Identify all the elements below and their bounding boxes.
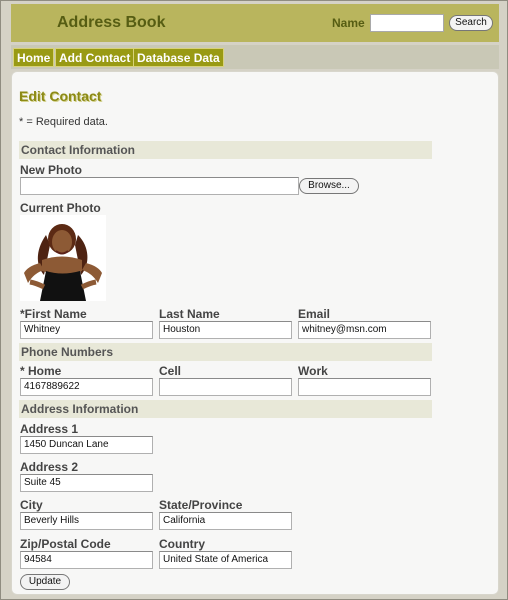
cell-phone-field[interactable]: [159, 378, 292, 396]
address1-field[interactable]: 1450 Duncan Lane: [20, 436, 153, 454]
nav-database-data[interactable]: Database Data: [133, 48, 224, 67]
address2-label: Address 2: [20, 460, 79, 474]
address-section-title: Address Information: [21, 402, 139, 416]
edit-contact-panel: Edit Contact * = Required data. Contact …: [11, 71, 499, 595]
first-name-field[interactable]: Whitney: [20, 321, 153, 339]
required-note: * = Required data.: [19, 116, 108, 128]
current-photo: [20, 215, 106, 301]
nav-home[interactable]: Home: [13, 48, 55, 67]
search-label: Name: [332, 16, 365, 30]
work-phone-label: Work: [298, 364, 328, 378]
main-nav: Home Add Contact Database Data: [11, 45, 499, 69]
address1-label: Address 1: [20, 422, 79, 436]
zip-label: Zip/Postal Code: [20, 537, 111, 551]
contact-photo-image: [20, 215, 106, 301]
work-phone-field[interactable]: [298, 378, 431, 396]
current-photo-label: Current Photo: [20, 201, 101, 215]
search-button[interactable]: Search: [449, 15, 493, 31]
email-field[interactable]: whitney@msn.com: [298, 321, 431, 339]
new-photo-label: New Photo: [20, 163, 82, 177]
contact-section-title: Contact Information: [21, 143, 135, 157]
contact-section-header: Contact Information: [19, 141, 432, 159]
address-section-header: Address Information: [19, 400, 432, 418]
last-name-field[interactable]: Houston: [159, 321, 292, 339]
nav-add-contact[interactable]: Add Contact: [55, 48, 135, 67]
last-name-label: Last Name: [159, 307, 220, 321]
browse-button[interactable]: Browse...: [299, 178, 359, 194]
page-frame: Address Book Name Search Home Add Contac…: [0, 0, 508, 600]
city-label: City: [20, 498, 43, 512]
country-label: Country: [159, 537, 205, 551]
address2-field[interactable]: Suite 45: [20, 474, 153, 492]
zip-field[interactable]: 94584: [20, 551, 153, 569]
new-photo-field[interactable]: [20, 177, 299, 195]
cell-phone-label: Cell: [159, 364, 182, 378]
page-title: Edit Contact: [19, 88, 102, 104]
country-field[interactable]: United State of America: [159, 551, 292, 569]
email-label: Email: [298, 307, 331, 321]
first-name-label: *First Name: [20, 307, 87, 321]
home-phone-field[interactable]: 4167889622: [20, 378, 153, 396]
app-title: Address Book: [57, 14, 166, 31]
app-header: Address Book Name Search: [11, 4, 499, 42]
state-field[interactable]: California: [159, 512, 292, 530]
phone-section-header: Phone Numbers: [19, 343, 432, 361]
city-field[interactable]: Beverly Hills: [20, 512, 153, 530]
home-phone-label: * Home: [20, 364, 62, 378]
state-label: State/Province: [159, 498, 243, 512]
update-button[interactable]: Update: [20, 574, 70, 590]
phone-section-title: Phone Numbers: [21, 345, 114, 359]
search-input[interactable]: [370, 14, 444, 32]
